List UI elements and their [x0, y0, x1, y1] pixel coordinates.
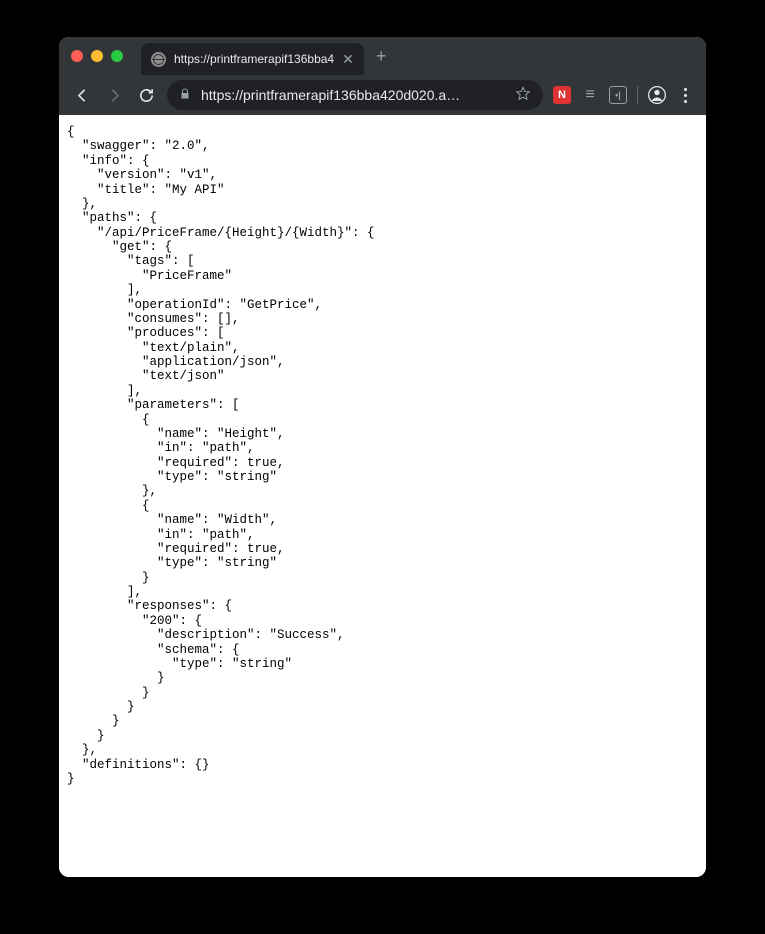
kebab-menu-icon [678, 88, 693, 103]
extension-buffer[interactable]: ≡ [577, 82, 603, 108]
globe-icon [151, 52, 166, 67]
tab-title: https://printframerapif136bba4 [174, 52, 334, 66]
extension-1[interactable]: N [549, 82, 575, 108]
profile-avatar[interactable] [644, 82, 670, 108]
reload-button[interactable] [131, 80, 161, 110]
new-tab-button[interactable]: + [364, 46, 399, 67]
url-text: https://printframerapif136bba420d020.a… [201, 87, 505, 103]
browser-tab[interactable]: https://printframerapif136bba4 ✕ [141, 43, 364, 75]
toolbar-divider [637, 86, 638, 104]
toolbar: https://printframerapif136bba420d020.a… … [59, 75, 706, 115]
titlebar: https://printframerapif136bba4 ✕ + [59, 37, 706, 75]
address-bar[interactable]: https://printframerapif136bba420d020.a… [167, 80, 543, 110]
close-tab-button[interactable]: ✕ [342, 51, 354, 68]
minimize-window-button[interactable] [91, 50, 103, 62]
browser-window: https://printframerapif136bba4 ✕ + https… [59, 37, 706, 877]
page-content: { "swagger": "2.0", "info": { "version":… [59, 115, 706, 877]
bookmark-star-icon[interactable] [515, 86, 531, 105]
close-window-button[interactable] [71, 50, 83, 62]
maximize-window-button[interactable] [111, 50, 123, 62]
forward-button[interactable] [99, 80, 129, 110]
extension-lastpass[interactable]: •| [605, 82, 631, 108]
back-button[interactable] [67, 80, 97, 110]
menu-button[interactable] [672, 82, 698, 108]
lock-icon [179, 87, 191, 104]
window-controls [71, 50, 123, 62]
